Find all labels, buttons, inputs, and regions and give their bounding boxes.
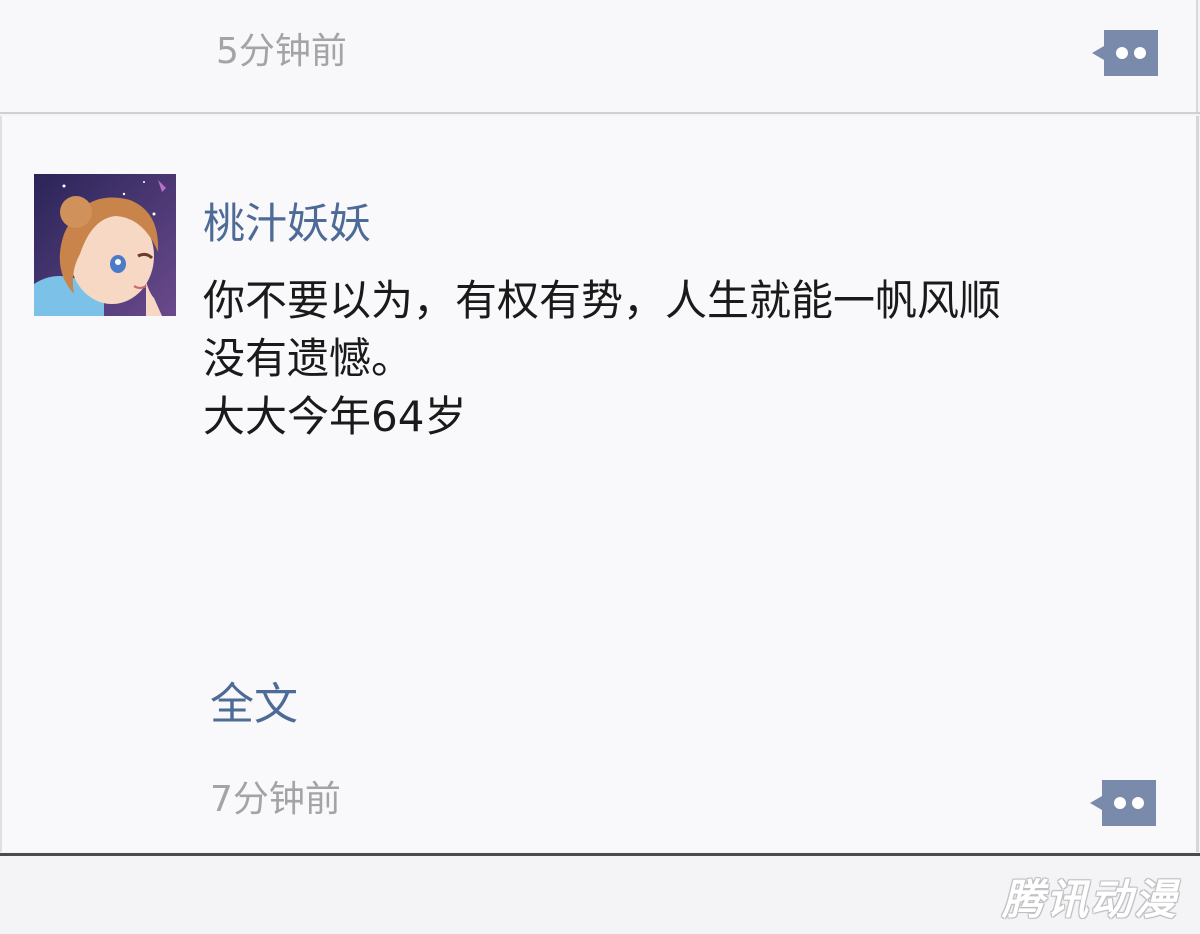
tencent-comics-watermark: 腾讯动漫 [1001,875,1178,924]
comment-timestamp: 7分钟前 [210,779,341,820]
comment-card [0,116,1199,852]
full-text-link[interactable]: 全文 [210,668,298,732]
reply-bubble-icon[interactable] [1090,28,1160,78]
previous-comment-card: 5分钟前 [0,0,1198,112]
comment-username[interactable]: 桃汁妖妖 [203,190,371,251]
comment-text: 你不要以为，有权有势，人生就能一帆风顺 没有遗憾。 大大今年64岁 [203,276,1002,441]
user-avatar[interactable] [34,174,176,316]
previous-comment-timestamp: 5分钟前 [216,31,347,72]
comment-divider [0,112,1200,114]
reply-bubble-icon[interactable] [1088,778,1158,828]
